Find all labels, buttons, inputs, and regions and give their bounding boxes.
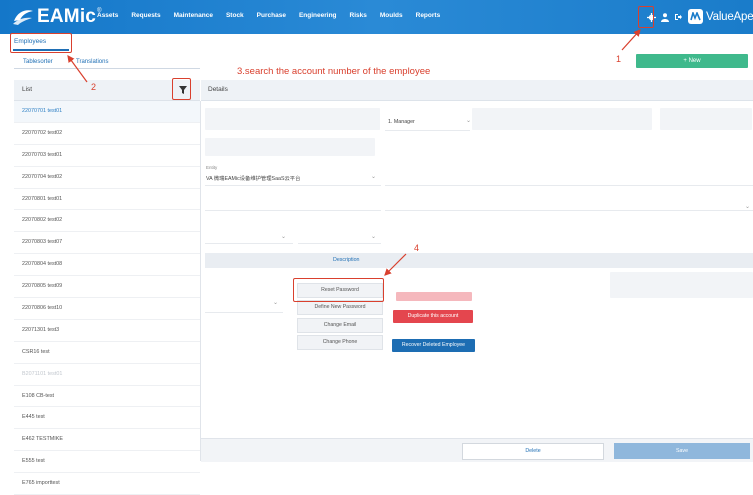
list-item[interactable]: 22070704 test02 [14,167,200,189]
nav-maintenance[interactable]: Maintenance [174,12,213,19]
annotation-box-gear [638,6,654,28]
list-item[interactable]: E108 CB-test [14,386,200,408]
chevron-down-icon[interactable]: ⌄ [371,233,376,240]
list-item[interactable]: E445 test [14,407,200,430]
blurred-field [396,292,472,301]
annotation-step-1: 1 [616,54,622,64]
nav-requests[interactable]: Requests [131,12,160,19]
description-bar [205,253,753,268]
field-underline [205,243,293,244]
chevron-down-icon[interactable]: ⌄ [466,117,471,124]
change-phone-button[interactable]: Change Phone [297,335,383,350]
list-item[interactable]: 22070702 test02 [14,123,200,145]
list-item[interactable]: 22070703 test01 [14,145,200,167]
nav-moulds[interactable]: Moulds [380,12,403,19]
logout-icon[interactable] [672,11,684,23]
chevron-down-icon[interactable]: ⌄ [371,173,376,180]
new-employee-button[interactable]: + New [636,54,748,68]
annotation-box-reset-password [293,278,384,302]
annotation-step-4: 4 [414,243,420,253]
field-underline [298,243,381,244]
list-item[interactable]: 22070805 test09 [14,276,200,299]
define-new-password-button[interactable]: Define New Password [297,300,383,315]
list-item[interactable]: E462 TESTMIKE [14,429,200,452]
blurred-field [610,272,753,298]
field-underline [205,210,381,211]
field-underline [385,130,470,131]
user-icon[interactable] [659,11,671,23]
blurred-field [660,108,752,130]
annotation-step-2: 2 [91,82,97,92]
list-item[interactable]: 22070803 test07 [14,232,200,255]
subtab-divider [14,68,200,69]
list-item[interactable]: 22070806 test10 [14,298,200,320]
description-tab[interactable]: Description [333,257,360,263]
delete-button[interactable]: Delete [462,443,604,460]
logo-mark-icon [13,10,33,25]
role-select-value[interactable]: 1. Manager [388,119,415,125]
blurred-field [472,108,652,130]
nav-stock[interactable]: Stock [226,12,244,19]
list-item[interactable]: CSR16 test [14,342,200,364]
main-nav: Assets Requests Maintenance Stock Purcha… [97,12,453,19]
chevron-down-icon[interactable]: ⌄ [745,203,750,210]
recover-deleted-employee-button[interactable]: Recover Deleted Employee [392,339,475,352]
list-item[interactable]: E765 importtest [14,473,200,495]
list-item[interactable]: 22070802 test02 [14,210,200,233]
field-underline [385,210,753,211]
details-title: Details [208,86,228,93]
list-item[interactable]: E555 test [14,451,200,474]
change-email-button[interactable]: Change Email [297,318,383,333]
entity-select-value[interactable]: VA 微瑞EAMic设备维护管理SaaS云平台 [206,174,300,182]
annotation-step-3: 3.search the account number of the emplo… [237,66,431,77]
field-underline [385,185,753,186]
duplicate-account-button[interactable]: Duplicate this account [393,310,473,323]
nav-assets[interactable]: Assets [97,12,118,19]
list-title: List [22,86,33,93]
subtab-translations[interactable]: Translations [76,59,108,65]
brand-text: ValueApex [706,10,753,23]
list-item[interactable]: B2071101 test01 [14,364,200,386]
details-header: Details [201,80,753,101]
logo-text: EAMic [37,6,97,27]
brand-logo-icon [688,9,703,24]
annotation-box-filter [172,78,191,100]
employee-list: 22070701 test01 22070702 test02 22070703… [14,101,201,495]
field-underline [205,312,283,313]
list-item[interactable]: 22071301 test3 [14,320,200,342]
blurred-field [300,108,380,130]
annotation-box-employees [10,33,72,53]
entity-label: Entity [206,165,218,170]
field-underline [205,185,381,186]
nav-reports[interactable]: Reports [416,12,441,19]
list-item[interactable]: 22070801 test01 [14,189,200,211]
blurred-field [205,138,375,156]
nav-engineering[interactable]: Engineering [299,12,337,19]
nav-risks[interactable]: Risks [350,12,367,19]
list-item[interactable]: 22070804 test08 [14,254,200,277]
brand-logo: ValueApex [688,9,753,24]
chevron-down-icon[interactable]: ⌄ [273,299,278,306]
nav-purchase[interactable]: Purchase [257,12,286,19]
chevron-down-icon[interactable]: ⌄ [281,233,286,240]
save-button[interactable]: Save [614,443,750,459]
list-item[interactable]: 22070701 test01 [14,101,200,123]
subtab-tablesorter[interactable]: Tablesorter [23,59,53,65]
app-logo[interactable]: EAMic ® [12,6,102,28]
